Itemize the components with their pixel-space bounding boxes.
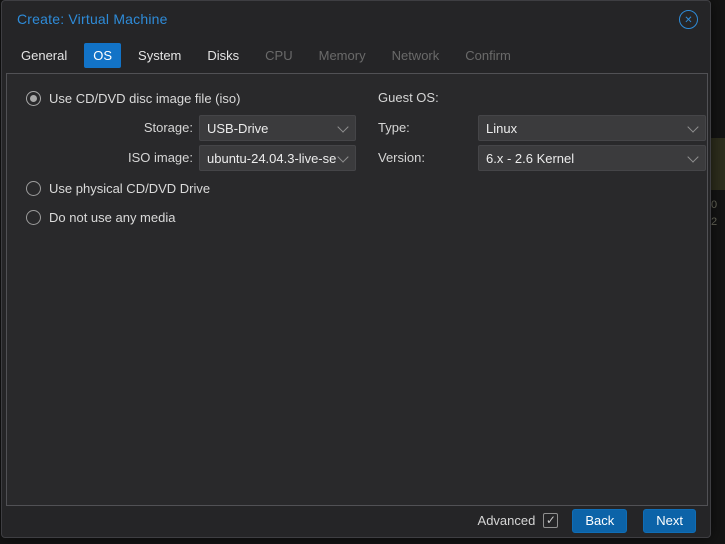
background-partial-text: 2: [711, 216, 718, 228]
background-accent-patch: [711, 138, 725, 190]
guest-os-heading: Guest OS:: [378, 90, 439, 105]
background-partial-text: 0: [711, 199, 718, 211]
type-value: Linux: [486, 120, 518, 136]
storage-select[interactable]: USB-Drive: [199, 115, 356, 141]
advanced-checkbox[interactable]: ✓: [543, 513, 559, 528]
dialog-titlebar: Create: Virtual Machine ✕: [2, 1, 710, 41]
type-select[interactable]: Linux: [478, 115, 706, 141]
close-icon[interactable]: ✕: [679, 10, 698, 29]
os-tab-panel: Use CD/DVD disc image file (iso) Storage…: [6, 73, 708, 506]
back-button[interactable]: Back: [572, 508, 628, 533]
radio-selected-icon: [26, 90, 41, 106]
version-value: 6.x - 2.6 Kernel: [486, 150, 575, 166]
tab-system[interactable]: System: [129, 43, 190, 68]
storage-label: Storage:: [143, 120, 193, 135]
tab-os[interactable]: OS: [84, 42, 122, 68]
chevron-down-icon: [337, 150, 349, 163]
radio-physical-drive-label: Use physical CD/DVD Drive: [49, 180, 211, 196]
radio-unselected-icon: [26, 180, 41, 196]
tab-bar: General OS System Disks CPU Memory Netwo…: [12, 41, 520, 69]
tab-general[interactable]: General: [12, 43, 76, 68]
tab-memory: Memory: [318, 47, 366, 63]
version-select[interactable]: 6.x - 2.6 Kernel: [478, 145, 706, 171]
radio-use-iso-label: Use CD/DVD disc image file (iso): [49, 90, 241, 106]
storage-value: USB-Drive: [207, 120, 269, 136]
radio-no-media[interactable]: Do not use any media: [26, 207, 175, 227]
chevron-down-icon: [687, 120, 699, 133]
tab-disks[interactable]: Disks: [198, 43, 248, 68]
chevron-down-icon: [687, 150, 699, 163]
version-label: Version:: [378, 150, 425, 165]
radio-physical-drive[interactable]: Use physical CD/DVD Drive: [26, 178, 210, 198]
iso-image-value: ubuntu-24.04.3-live-se: [207, 150, 337, 166]
tab-confirm: Confirm: [465, 47, 511, 63]
type-label: Type:: [378, 120, 410, 135]
radio-no-media-label: Do not use any media: [49, 209, 176, 225]
create-vm-dialog: Create: Virtual Machine ✕ General OS Sys…: [1, 0, 711, 538]
chevron-down-icon: [337, 120, 349, 133]
iso-image-label: ISO image:: [127, 150, 193, 165]
tab-cpu: CPU: [265, 47, 293, 63]
dialog-title: Create: Virtual Machine: [17, 11, 168, 27]
radio-unselected-icon: [26, 209, 41, 225]
tab-network: Network: [391, 47, 440, 63]
radio-use-iso[interactable]: Use CD/DVD disc image file (iso): [26, 88, 240, 108]
dialog-footer: Advanced ✓ Back Next: [2, 504, 710, 537]
iso-image-select[interactable]: ubuntu-24.04.3-live-se: [199, 145, 356, 171]
advanced-label: Advanced: [477, 513, 536, 528]
next-button[interactable]: Next: [643, 508, 696, 533]
